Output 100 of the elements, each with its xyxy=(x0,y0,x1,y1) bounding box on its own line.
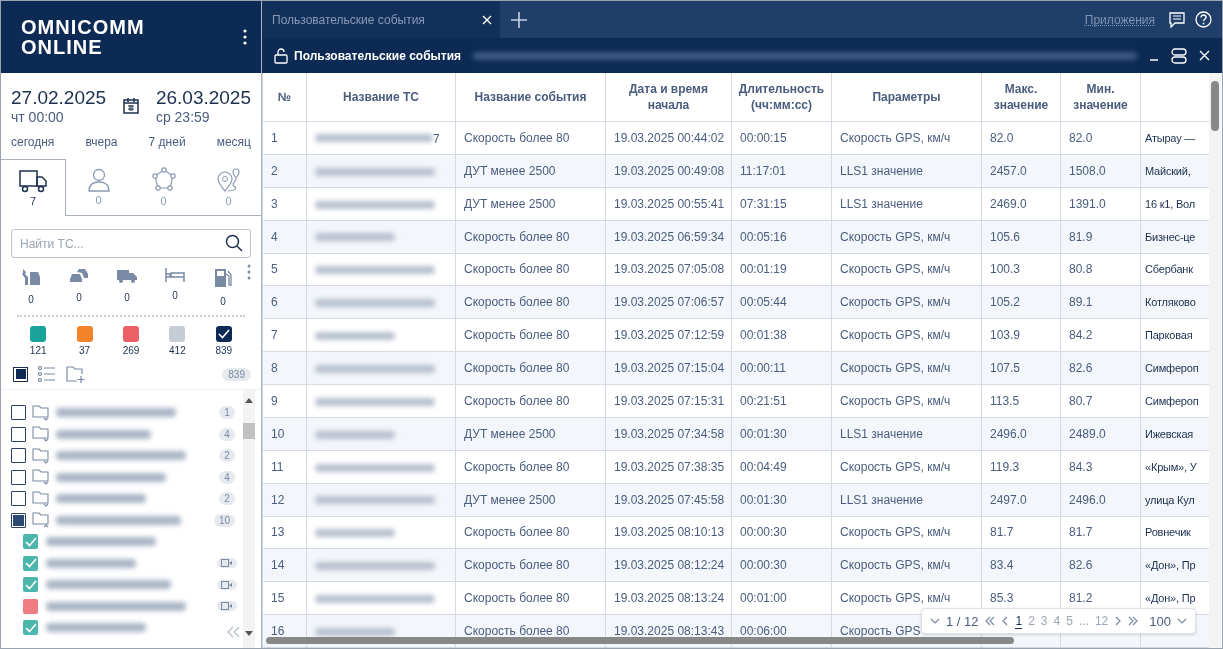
table-cell: 107.5 xyxy=(981,351,1061,385)
table-cell: 6 xyxy=(262,285,307,319)
help-icon[interactable] xyxy=(1195,11,1212,28)
vehicle-checkbox[interactable] xyxy=(23,555,38,571)
page-indicator: 1 / 12 xyxy=(945,613,979,629)
chat-icon[interactable] xyxy=(1169,11,1185,28)
table-cell: 19.03.2025 00:49:08 xyxy=(605,154,732,188)
column-header[interactable]: Макс. значение xyxy=(981,73,1061,122)
group-checkbox[interactable] xyxy=(11,426,26,442)
folder-icon[interactable] xyxy=(32,404,52,421)
table-cell: 00:01:30 xyxy=(731,417,832,451)
table-cell: 7 xyxy=(433,131,440,146)
repair-icon[interactable] xyxy=(21,268,41,286)
fuel-icon[interactable] xyxy=(214,268,232,288)
first-page-icon[interactable] xyxy=(984,616,997,626)
table-cell: 2496.0 xyxy=(981,417,1061,451)
bed-icon[interactable] xyxy=(165,268,185,282)
table-cell: 105.2 xyxy=(981,285,1061,319)
folder-icon[interactable] xyxy=(32,512,52,529)
scrollbar[interactable] xyxy=(243,390,255,648)
vehicle-checkbox[interactable] xyxy=(23,577,38,593)
close-icon[interactable] xyxy=(482,14,492,25)
table-cell: «Дон», Пр xyxy=(1140,548,1209,582)
table-cell: 00:00:11 xyxy=(731,351,832,385)
table-cell: 00:05:44 xyxy=(731,285,832,319)
list-icon[interactable] xyxy=(38,366,56,382)
object-tab[interactable]: 7 xyxy=(1,159,66,216)
calendar-icon[interactable] xyxy=(122,97,140,115)
table-cell: Скорость более 80 xyxy=(455,121,606,155)
column-header[interactable]: Параметры xyxy=(831,73,982,122)
vehicle-checkbox[interactable] xyxy=(23,620,38,636)
end-date[interactable]: 26.03.2025 xyxy=(155,87,251,109)
add-tab-icon[interactable] xyxy=(510,10,528,29)
column-header[interactable]: Мин. значение xyxy=(1060,73,1141,122)
chevron-down-icon[interactable] xyxy=(929,618,940,624)
folder-icon[interactable] xyxy=(32,426,52,443)
search-icon[interactable] xyxy=(225,234,243,252)
period-link[interactable]: месяц xyxy=(216,135,251,149)
period-link[interactable]: вчера xyxy=(85,135,118,149)
table-cell: 2 xyxy=(262,154,307,188)
table-cell: 7 xyxy=(262,318,307,352)
logo-text: ONLINE xyxy=(21,37,104,57)
group-checkbox[interactable] xyxy=(11,448,26,464)
table-cell: 14 xyxy=(262,548,307,582)
table-cell: 2497.0 xyxy=(981,483,1061,516)
split-view-icon[interactable] xyxy=(1171,47,1187,64)
page-size-select[interactable]: 100 xyxy=(1149,613,1171,629)
group-checkbox[interactable] xyxy=(11,491,26,507)
prev-page-icon[interactable] xyxy=(1002,616,1010,626)
collapse-icon[interactable] xyxy=(227,626,241,638)
group-count: 10 xyxy=(213,513,235,527)
folder-icon[interactable] xyxy=(32,447,52,464)
vehicle-checkbox[interactable] xyxy=(23,534,38,550)
column-header[interactable]: Длительность (чч:мм:сс) xyxy=(731,73,832,122)
table-cell: 19.03.2025 07:34:58 xyxy=(605,417,732,451)
end-time[interactable]: ср 23:59 xyxy=(155,109,251,125)
group-count: 2 xyxy=(219,449,235,463)
chevron-down-icon[interactable] xyxy=(1177,618,1187,624)
truck-icon[interactable] xyxy=(117,268,137,284)
horizontal-scrollbar[interactable] xyxy=(266,637,1014,644)
column-header[interactable]: Дата и время начала xyxy=(605,73,732,122)
table-cell: 19.03.2025 07:45:58 xyxy=(605,483,732,516)
column-header[interactable]: Название события xyxy=(455,73,606,122)
select-all-checkbox[interactable] xyxy=(13,366,28,382)
folder-icon[interactable] xyxy=(32,490,52,507)
last-page-icon[interactable] xyxy=(1127,616,1140,626)
apps-link[interactable]: Приложения xyxy=(1084,12,1155,27)
close-icon[interactable] xyxy=(1199,50,1210,61)
table-cell: 3 xyxy=(262,187,307,221)
table-cell: Скорость более 80 xyxy=(455,285,606,319)
next-page-icon[interactable] xyxy=(1114,616,1122,626)
column-header[interactable]: № xyxy=(262,73,307,122)
start-time[interactable]: чт 00:00 xyxy=(11,109,107,125)
group-checkbox[interactable] xyxy=(11,469,26,485)
table-cell: 00:01:38 xyxy=(731,318,832,352)
table-cell: 19.03.2025 06:59:34 xyxy=(605,220,732,253)
table-cell: 1508.0 xyxy=(1060,154,1141,188)
more-icon[interactable] xyxy=(243,29,247,45)
table-cell: LLS1 значение xyxy=(831,154,982,188)
category-count: 0 xyxy=(124,292,130,303)
status-filter[interactable] xyxy=(215,326,232,342)
table-cell: 19.03.2025 08:10:13 xyxy=(605,516,732,549)
page-link[interactable]: 1 xyxy=(1015,613,1023,629)
table-cell: 19.03.2025 07:12:59 xyxy=(605,318,732,352)
scrollbar[interactable] xyxy=(1208,73,1221,648)
add-folder-icon[interactable] xyxy=(66,365,86,383)
vehicle-checkbox[interactable] xyxy=(23,598,38,614)
table-cell: Скорость GPS, км/ч xyxy=(831,351,982,385)
period-link[interactable]: 7 дней xyxy=(148,135,186,149)
period-link[interactable]: сегодня xyxy=(11,135,55,149)
search-field[interactable]: Найти ТС... xyxy=(11,229,251,258)
table-cell: LLS1 значение xyxy=(831,187,982,221)
unlock-icon[interactable] xyxy=(274,47,288,64)
folder-icon[interactable] xyxy=(32,469,52,486)
cars-icon[interactable] xyxy=(69,268,89,284)
column-header[interactable]: Название ТС xyxy=(306,73,456,122)
start-date[interactable]: 27.02.2025 xyxy=(11,87,107,109)
document-tab[interactable]: Пользовательские события xyxy=(262,1,500,38)
group-checkbox[interactable] xyxy=(11,512,26,528)
group-checkbox[interactable] xyxy=(11,405,26,421)
